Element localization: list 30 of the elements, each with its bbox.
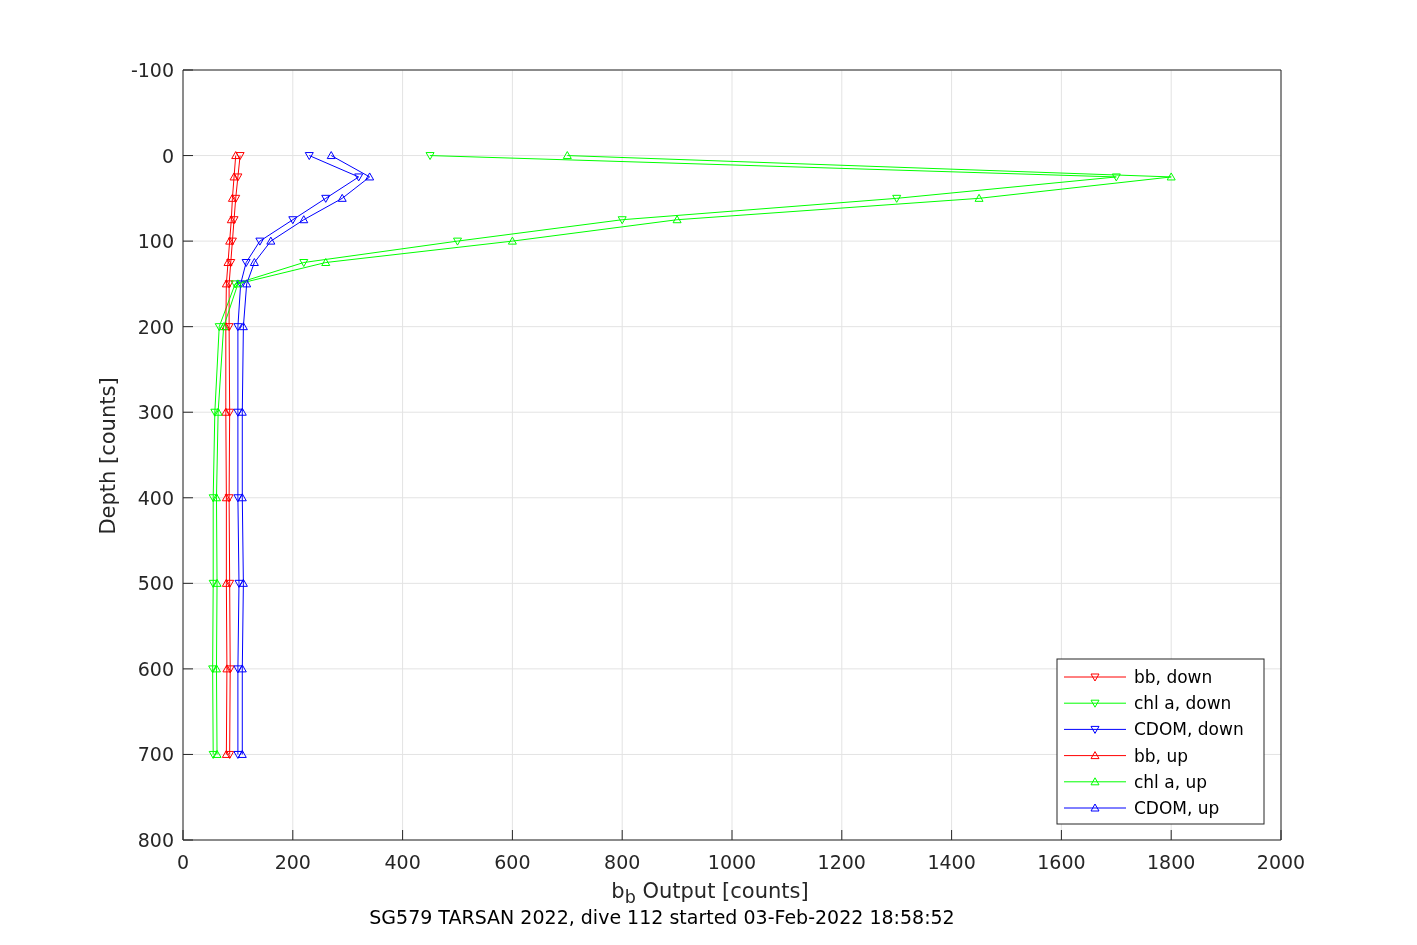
y-tick-label: -100 [130, 59, 174, 81]
x-tick-label: 2000 [1256, 851, 1306, 873]
y-tick-label: 100 [137, 230, 174, 253]
x-tick-label: 200 [274, 851, 311, 873]
x-tick-label: 1000 [707, 851, 757, 873]
x-tick-label: 400 [384, 851, 421, 873]
legend-label: bb, down [1134, 667, 1213, 687]
x-tick-label: 1800 [1147, 851, 1196, 873]
y-axis-label: Depth [counts] [96, 377, 120, 535]
x-tick-label: 600 [494, 851, 531, 873]
y-tick-label: 400 [137, 486, 174, 509]
y-tick-label: 800 [137, 829, 174, 851]
legend-label: bb, up [1134, 745, 1188, 766]
y-tick-label: 600 [137, 657, 174, 680]
y-tick-label: 500 [137, 572, 174, 595]
chart-title: SG579 TARSAN 2022, dive 112 started 03-Feb-2022 18:58:52 [369, 906, 955, 928]
x-tick-label: 1400 [927, 851, 976, 873]
y-tick-label: 300 [137, 401, 174, 424]
x-tick-label: 1200 [817, 851, 866, 873]
y-tick-label: 200 [137, 315, 174, 338]
legend-label: CDOM, up [1134, 798, 1220, 818]
legend-label: CDOM, down [1134, 719, 1244, 740]
x-tick-label: 1600 [1037, 851, 1086, 873]
x-axis-label: b$_{b}$ Output [counts] [611, 878, 809, 909]
legend-label: chl a, up [1134, 771, 1208, 792]
y-tick-label: 700 [137, 743, 174, 766]
x-tick-label: 800 [604, 851, 641, 873]
legend-label: chl a, down [1134, 693, 1232, 714]
x-tick-label: 0 [176, 851, 190, 873]
y-tick-label: 0 [161, 144, 174, 167]
